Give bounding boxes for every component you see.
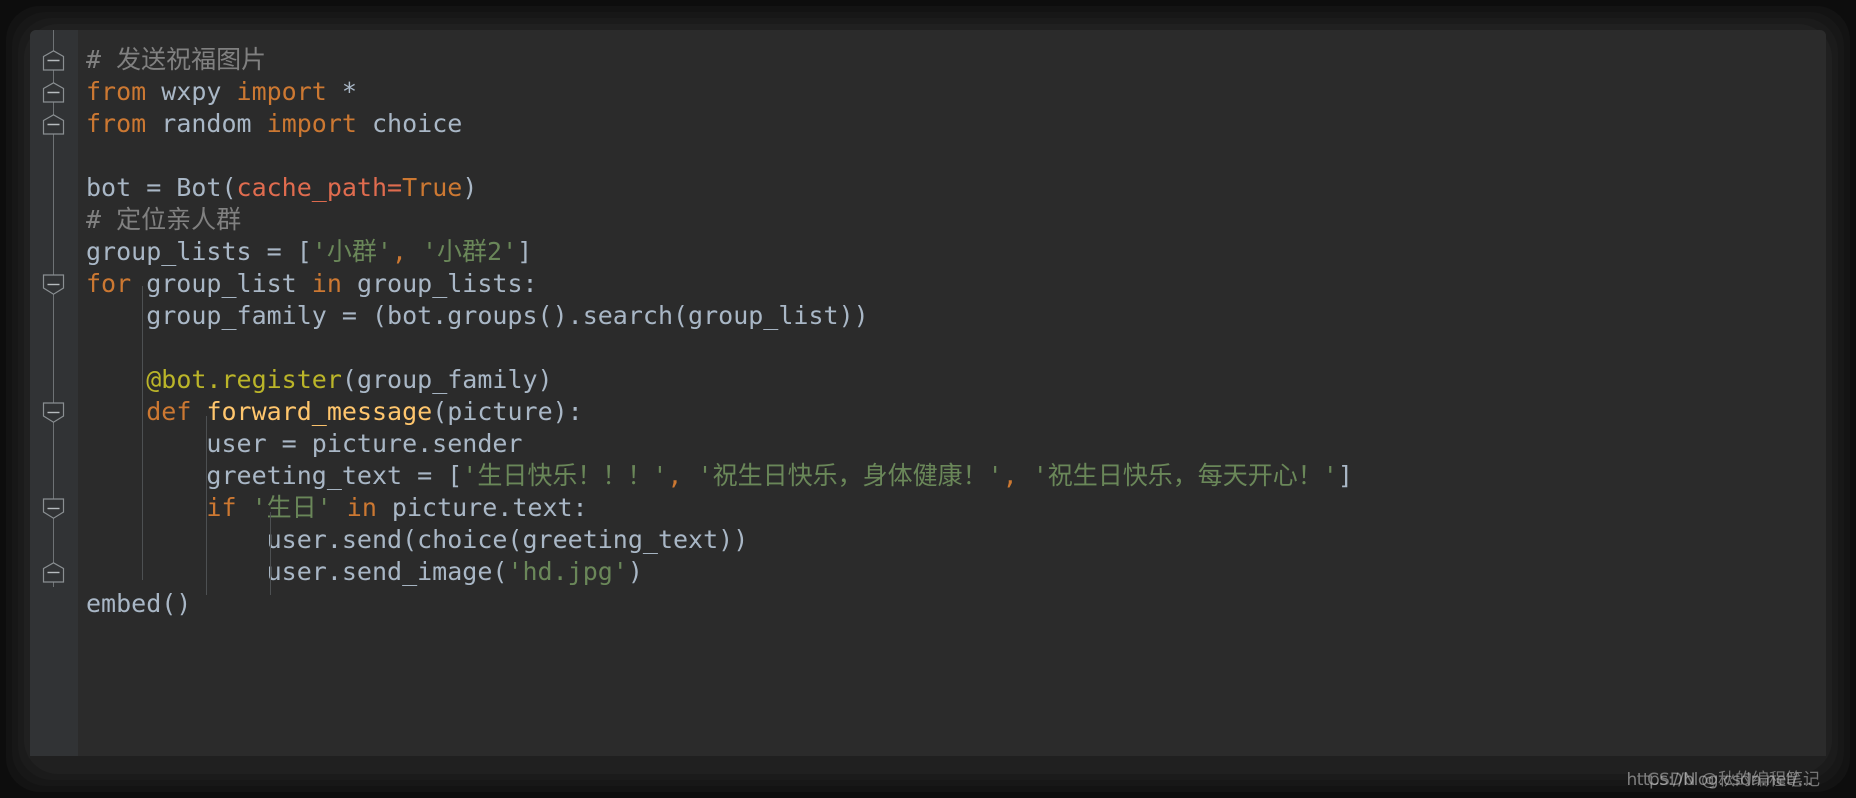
indent-guide xyxy=(206,416,207,596)
code-line: from wxpy import * xyxy=(86,76,1826,108)
code-token-def: (picture): xyxy=(432,397,583,426)
indent-guide xyxy=(270,512,271,596)
code-token-def xyxy=(86,365,146,394)
code-token-str: '小群' xyxy=(311,237,392,266)
code-token-kw: if xyxy=(206,493,237,522)
indent-guide xyxy=(142,286,143,581)
code-line: greeting_text = ['生日快乐！！！', '祝生日快乐，身体健康！… xyxy=(86,460,1826,492)
code-line: user.send(choice(greeting_text)) xyxy=(86,524,1826,556)
code-line: group_lists = ['小群', '小群2'] xyxy=(86,236,1826,268)
code-token-def: user.send(choice(greeting_text)) xyxy=(86,525,749,554)
code-line: # 发送祝福图片 xyxy=(86,44,1826,76)
code-line: def forward_message(picture): xyxy=(86,396,1826,428)
code-token-str: '生日快乐！！！' xyxy=(462,461,668,490)
code-token-def: random xyxy=(146,109,267,138)
watermark-group: https://blog.csdn.net/... CSDN @秋的编程笔记 xyxy=(1300,758,1820,792)
watermark-author: CSDN @秋的编程笔记 xyxy=(1647,770,1820,790)
code-token-def: group_list xyxy=(131,269,312,298)
code-token-kw: in xyxy=(311,269,342,298)
code-line: user.send_image('hd.jpg') xyxy=(86,556,1826,588)
code-token-def xyxy=(237,493,252,522)
code-line: @bot.register(group_family) xyxy=(86,364,1826,396)
code-token-def: bot = Bot( xyxy=(86,173,237,202)
code-token-def: group_lists = [ xyxy=(86,237,312,266)
code-token-kw: True xyxy=(402,173,463,202)
code-line: if '生日' in picture.text: xyxy=(86,492,1826,524)
code-token-def: choice xyxy=(356,109,463,138)
code-token-kw: from xyxy=(86,77,147,106)
code-token-kw: , xyxy=(1002,461,1033,490)
code-token-str: 'hd.jpg' xyxy=(507,557,628,586)
code-token-kw: import xyxy=(236,77,327,106)
screenshot-root: # 发送祝福图片 from wxpy import * from random im… xyxy=(0,0,1856,798)
fold-minus-icon[interactable] xyxy=(42,114,65,135)
code-token-def xyxy=(332,493,347,522)
code-line: user = picture.sender xyxy=(86,428,1826,460)
fold-minus-icon[interactable] xyxy=(42,498,65,519)
code-line: # 定位亲人群 xyxy=(86,204,1826,236)
code-token-str: '祝生日快乐，每天开心！' xyxy=(1032,461,1338,490)
code-line: for group_list in group_lists: xyxy=(86,268,1826,300)
code-token-def: embed() xyxy=(86,589,192,618)
code-token-def: * xyxy=(326,77,357,106)
code-token-kw: def xyxy=(146,397,192,426)
code-lines: # 发送祝福图片 from wxpy import * from random im… xyxy=(78,30,1826,620)
code-token-fn: forward_message xyxy=(206,397,433,426)
code-token-kw: , xyxy=(667,461,698,490)
code-token-def: ) xyxy=(462,173,478,202)
code-token-kw: in xyxy=(346,493,377,522)
code-token-kw: for xyxy=(86,269,132,298)
code-editor[interactable]: # 发送祝福图片 from wxpy import * from random im… xyxy=(30,30,1826,756)
code-token-def: wxpy xyxy=(146,77,237,106)
code-token-def: user = picture.sender xyxy=(86,429,523,458)
code-token-def xyxy=(191,397,206,426)
code-token-def xyxy=(86,397,146,426)
fold-minus-icon[interactable] xyxy=(42,50,65,71)
code-token-kwarg: cache_path xyxy=(236,173,388,202)
code-token-com: # 定位亲人群 xyxy=(86,205,242,234)
code-line: group_family = (bot.groups().search(grou… xyxy=(86,300,1826,332)
code-line: embed() xyxy=(86,588,1826,620)
code-token-def xyxy=(86,493,206,522)
code-line: from random import choice xyxy=(86,108,1826,140)
code-token-def: group_family = (bot.groups().search(grou… xyxy=(86,301,869,330)
code-token-kwarg: = xyxy=(387,173,403,202)
code-token-def: picture.text: xyxy=(376,493,588,522)
code-token-def: ] xyxy=(517,237,533,266)
code-token-str: '祝生日快乐，身体健康！' xyxy=(697,461,1003,490)
code-token-def: group_lists: xyxy=(341,269,538,298)
code-token-def: ] xyxy=(1337,461,1353,490)
code-token-def: user.send_image( xyxy=(86,557,508,586)
fold-minus-icon[interactable] xyxy=(42,562,65,583)
code-token-kw: , xyxy=(391,237,422,266)
code-line: bot = Bot(cache_path=True) xyxy=(86,172,1826,204)
code-area[interactable]: # 发送祝福图片 from wxpy import * from random im… xyxy=(78,30,1826,756)
code-token-dec: @bot.register xyxy=(146,365,342,394)
code-token-str: '小群2' xyxy=(422,237,518,266)
code-token-kw: import xyxy=(266,109,357,138)
fold-minus-icon[interactable] xyxy=(42,82,65,103)
fold-minus-icon[interactable] xyxy=(42,274,65,295)
code-token-str: '生日' xyxy=(251,493,332,522)
fold-minus-icon[interactable] xyxy=(42,402,65,423)
code-token-kw: from xyxy=(86,109,147,138)
code-token-def: ) xyxy=(627,557,643,586)
code-token-com: # 发送祝福图片 xyxy=(86,45,267,74)
fold-gutter[interactable] xyxy=(30,30,78,756)
code-token-def: (group_family) xyxy=(341,365,553,394)
